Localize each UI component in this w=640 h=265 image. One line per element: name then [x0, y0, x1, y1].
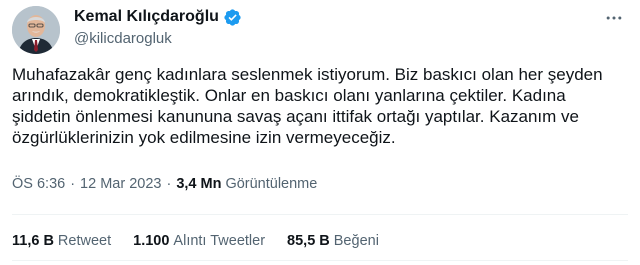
divider [12, 260, 628, 261]
likes-label: Beğeni [333, 233, 379, 249]
quotes-label: Alıntı Tweetler [173, 233, 266, 249]
author-names: Kemal Kılıçdaroğlu @kilicdarogluk [74, 6, 242, 47]
tweet-header: Kemal Kılıçdaroğlu @kilicdarogluk [12, 4, 628, 56]
retweets-count: 11,6 B [12, 233, 54, 249]
views-label: Görüntülenme [225, 176, 318, 192]
views-count: 3,4 Mn [176, 176, 222, 192]
meta-separator: · [166, 176, 172, 192]
tweet-date[interactable]: 12 Mar 2023 [80, 176, 161, 192]
tweet-stats: 11,6 B Retweet 1.100 Alıntı Tweetler 85,… [12, 233, 401, 249]
display-name-row: Kemal Kılıçdaroğlu [74, 6, 242, 28]
tweet-meta: ÖS 6:36 · 12 Mar 2023 · 3,4 Mn Görüntüle… [12, 176, 317, 192]
likes-stat[interactable]: 85,5 B Beğeni [287, 233, 379, 249]
quotes-stat[interactable]: 1.100 Alıntı Tweetler [133, 233, 265, 249]
tweet-text: Muhafazakâr genç kadınlara seslenmek ist… [12, 65, 603, 147]
meta-separator: · [70, 176, 76, 192]
retweets-stat[interactable]: 11,6 B Retweet [12, 233, 111, 249]
likes-count: 85,5 B [287, 233, 330, 249]
verified-badge-icon [223, 8, 242, 27]
display-name[interactable]: Kemal Kılıçdaroğlu [74, 8, 219, 26]
tweet-time[interactable]: ÖS 6:36 [12, 176, 65, 192]
avatar[interactable] [12, 6, 60, 54]
retweets-label: Retweet [57, 233, 112, 249]
author-handle[interactable]: @kilicdarogluk [74, 30, 242, 47]
quotes-count: 1.100 [133, 233, 170, 249]
divider [12, 214, 628, 215]
more-horizontal-icon[interactable] [600, 8, 628, 28]
